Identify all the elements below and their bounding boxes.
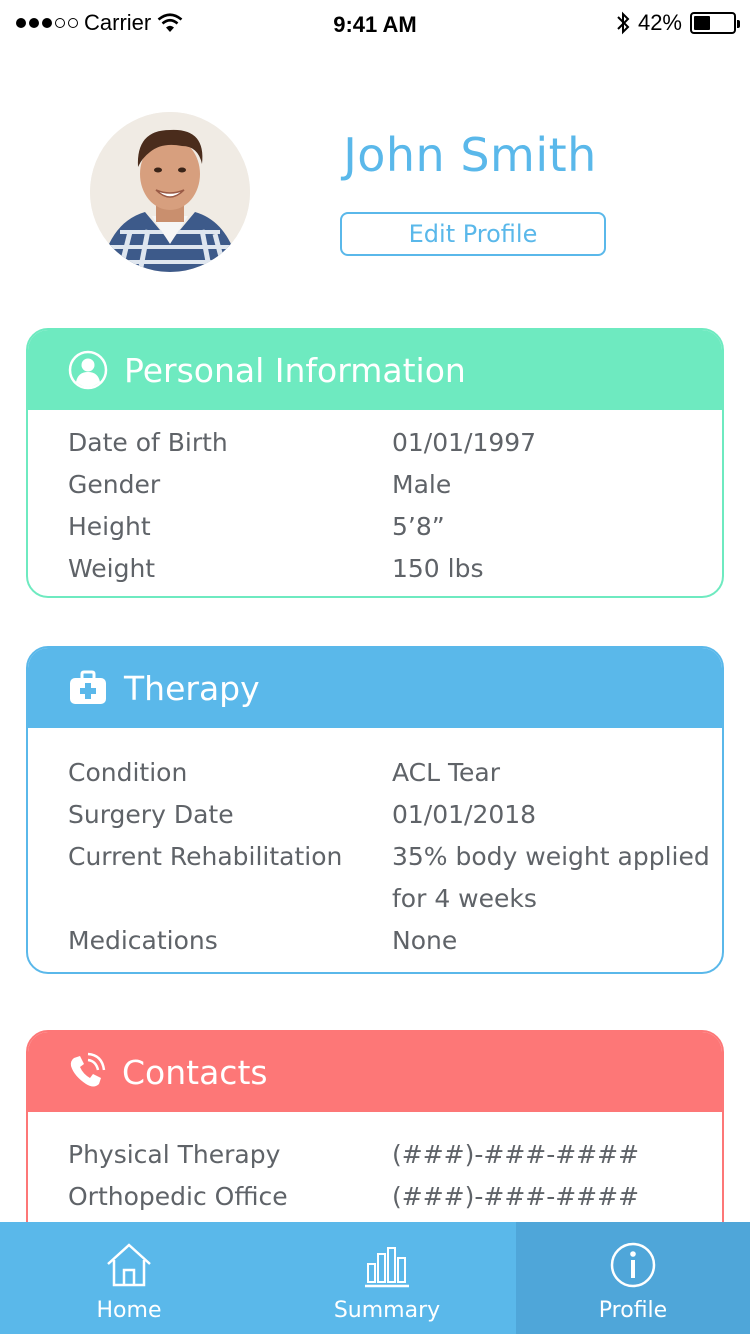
- user-icon: [68, 350, 108, 390]
- info-value: for 4 weeks: [392, 884, 537, 913]
- info-row: Condition ACL Tear: [68, 752, 722, 794]
- avatar: [90, 112, 250, 272]
- personal-info-title: Personal Information: [124, 350, 466, 390]
- info-row: Date of Birth 01/01/1997: [68, 422, 722, 464]
- therapy-header: Therapy: [28, 648, 722, 728]
- info-label: Gender: [68, 470, 161, 499]
- info-label: Date of Birth: [68, 428, 228, 457]
- bar-chart-icon: [365, 1247, 409, 1288]
- tab-profile-label: Profile: [598, 1298, 668, 1323]
- info-value: 5’8”: [392, 512, 445, 541]
- battery-icon: [690, 12, 740, 34]
- therapy-body: Condition ACL Tear Surgery Date 01/01/20…: [28, 728, 722, 962]
- medical-kit-icon: [68, 668, 108, 708]
- info-label: Surgery Date: [68, 800, 234, 829]
- info-value: None: [392, 926, 458, 955]
- info-value: 35% body weight applied: [392, 842, 710, 871]
- info-row: Medications None: [68, 920, 722, 962]
- info-label: [68, 878, 392, 920]
- info-label: Height: [68, 512, 151, 541]
- info-icon: [610, 1242, 656, 1288]
- info-value: 01/01/1997: [392, 428, 537, 457]
- tab-profile[interactable]: Profile: [516, 1222, 750, 1334]
- contacts-body: Physical Therapy (###)-###-#### Orthoped…: [28, 1112, 722, 1218]
- home-icon: [107, 1243, 151, 1287]
- tab-home[interactable]: Home: [0, 1222, 258, 1334]
- contact-row[interactable]: Physical Therapy (###)-###-####: [68, 1134, 722, 1176]
- contact-label: Physical Therapy: [68, 1140, 281, 1169]
- bluetooth-icon: [617, 11, 630, 35]
- status-bar: Carrier 9:41 AM 42%: [0, 0, 750, 50]
- info-row: Current Rehabilitation 35% body weight a…: [68, 836, 722, 878]
- battery-percent: 42%: [637, 10, 682, 35]
- contact-label: Orthopedic Office: [68, 1182, 288, 1211]
- info-row: Weight 150 lbs: [68, 548, 722, 590]
- status-right: 42%: [616, 10, 740, 36]
- personal-info-header: Personal Information: [28, 330, 722, 410]
- phone-icon: [66, 1052, 106, 1092]
- info-label: Condition: [68, 758, 188, 787]
- profile-name: John Smith: [343, 128, 597, 182]
- info-value: 150 lbs: [392, 554, 484, 583]
- contacts-title: Contacts: [122, 1052, 268, 1092]
- tab-summary-label: Summary: [333, 1298, 441, 1323]
- info-label: Weight: [68, 554, 156, 583]
- info-row: for 4 weeks: [68, 878, 722, 920]
- tab-summary[interactable]: Summary: [258, 1222, 516, 1334]
- contact-phone[interactable]: (###)-###-####: [392, 1176, 712, 1218]
- info-label: Medications: [68, 926, 218, 955]
- tab-home-label: Home: [96, 1298, 162, 1323]
- info-row: Surgery Date 01/01/2018: [68, 794, 722, 836]
- contact-row[interactable]: Orthopedic Office (###)-###-####: [68, 1176, 722, 1218]
- info-value: ACL Tear: [392, 758, 500, 787]
- avatar-photo: [90, 112, 250, 272]
- personal-info-body: Date of Birth 01/01/1997 Gender Male Hei…: [28, 410, 722, 590]
- info-row: Gender Male: [68, 464, 722, 506]
- edit-profile-button[interactable]: Edit Profile: [340, 212, 606, 256]
- info-label: Current Rehabilitation: [68, 842, 343, 871]
- info-value: 01/01/2018: [392, 800, 537, 829]
- personal-info-card: Personal Information Date of Birth 01/01…: [26, 328, 724, 598]
- info-value: Male: [392, 470, 452, 499]
- contact-phone[interactable]: (###)-###-####: [392, 1134, 712, 1176]
- therapy-title: Therapy: [124, 668, 260, 708]
- info-row: Height 5’8”: [68, 506, 722, 548]
- battery-level: [694, 16, 710, 30]
- contacts-card: Contacts Physical Therapy (###)-###-####…: [26, 1030, 724, 1250]
- therapy-card: Therapy Condition ACL Tear Surgery Date …: [26, 646, 724, 974]
- tab-bar: Home Summary Profile: [0, 1222, 750, 1334]
- contacts-header: Contacts: [28, 1032, 722, 1112]
